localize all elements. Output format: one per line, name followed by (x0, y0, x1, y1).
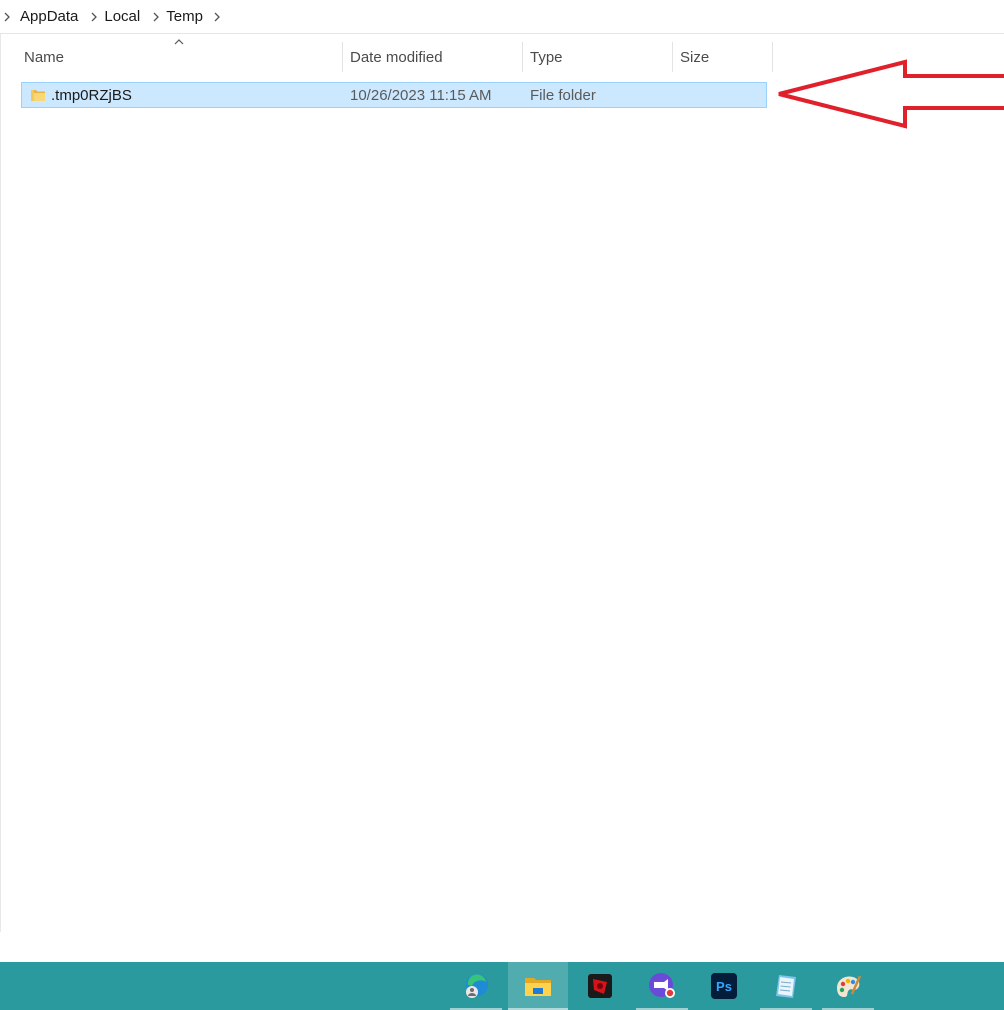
taskbar-app-photoshop[interactable]: Ps (698, 962, 750, 1010)
column-header-size[interactable]: Size (672, 42, 772, 72)
breadcrumb-chevron-icon[interactable] (207, 12, 227, 22)
column-header-name[interactable]: Name (16, 42, 342, 72)
breadcrumb-chevron-icon[interactable] (146, 12, 166, 22)
paint-icon (837, 975, 862, 997)
svg-text:Ps: Ps (716, 979, 732, 994)
breadcrumb-chevron-icon[interactable] (0, 12, 14, 22)
red-arrow-annotation (778, 59, 1004, 129)
notepad-icon (776, 975, 796, 998)
taskbar-app-red[interactable] (574, 962, 626, 1010)
breadcrumb-item-temp[interactable]: Temp (166, 8, 203, 25)
red-app-icon (588, 974, 612, 998)
taskbar-app-file-explorer[interactable] (508, 962, 568, 1010)
taskbar-app-recorder[interactable] (636, 962, 688, 1010)
column-header-type-label: Type (530, 48, 563, 66)
photoshop-icon: Ps (711, 973, 737, 999)
taskbar: Ps (0, 962, 1004, 1010)
column-header-type[interactable]: Type (522, 42, 672, 72)
content-left-border (0, 34, 1, 932)
breadcrumb-item-local[interactable]: Local (104, 8, 140, 25)
column-header-name-label: Name (24, 48, 65, 66)
taskbar-app-notepad[interactable] (760, 962, 812, 1010)
folder-icon (31, 90, 45, 101)
column-divider[interactable] (772, 42, 773, 72)
file-type: File folder (530, 86, 596, 104)
breadcrumb: AppData Local Temp (0, 0, 1004, 34)
file-name[interactable]: .tmp0RZjBS (51, 83, 132, 107)
column-header-date-label: Date modified (350, 48, 443, 66)
taskbar-app-paint[interactable] (822, 962, 874, 1010)
breadcrumb-item-appdata[interactable]: AppData (20, 8, 78, 25)
file-explorer-icon (525, 978, 551, 996)
screen-recorder-icon (649, 973, 675, 998)
taskbar-app-edge[interactable] (450, 962, 502, 1010)
breadcrumb-chevron-icon[interactable] (84, 12, 104, 22)
edge-profile-icon (466, 974, 488, 998)
file-date-modified: 10/26/2023 11:15 AM (350, 86, 492, 104)
column-header-date-modified[interactable]: Date modified (342, 42, 522, 72)
column-header-size-label: Size (680, 48, 710, 66)
file-list-row[interactable]: .tmp0RZjBS 10/26/2023 11:15 AM File fold… (21, 82, 767, 108)
